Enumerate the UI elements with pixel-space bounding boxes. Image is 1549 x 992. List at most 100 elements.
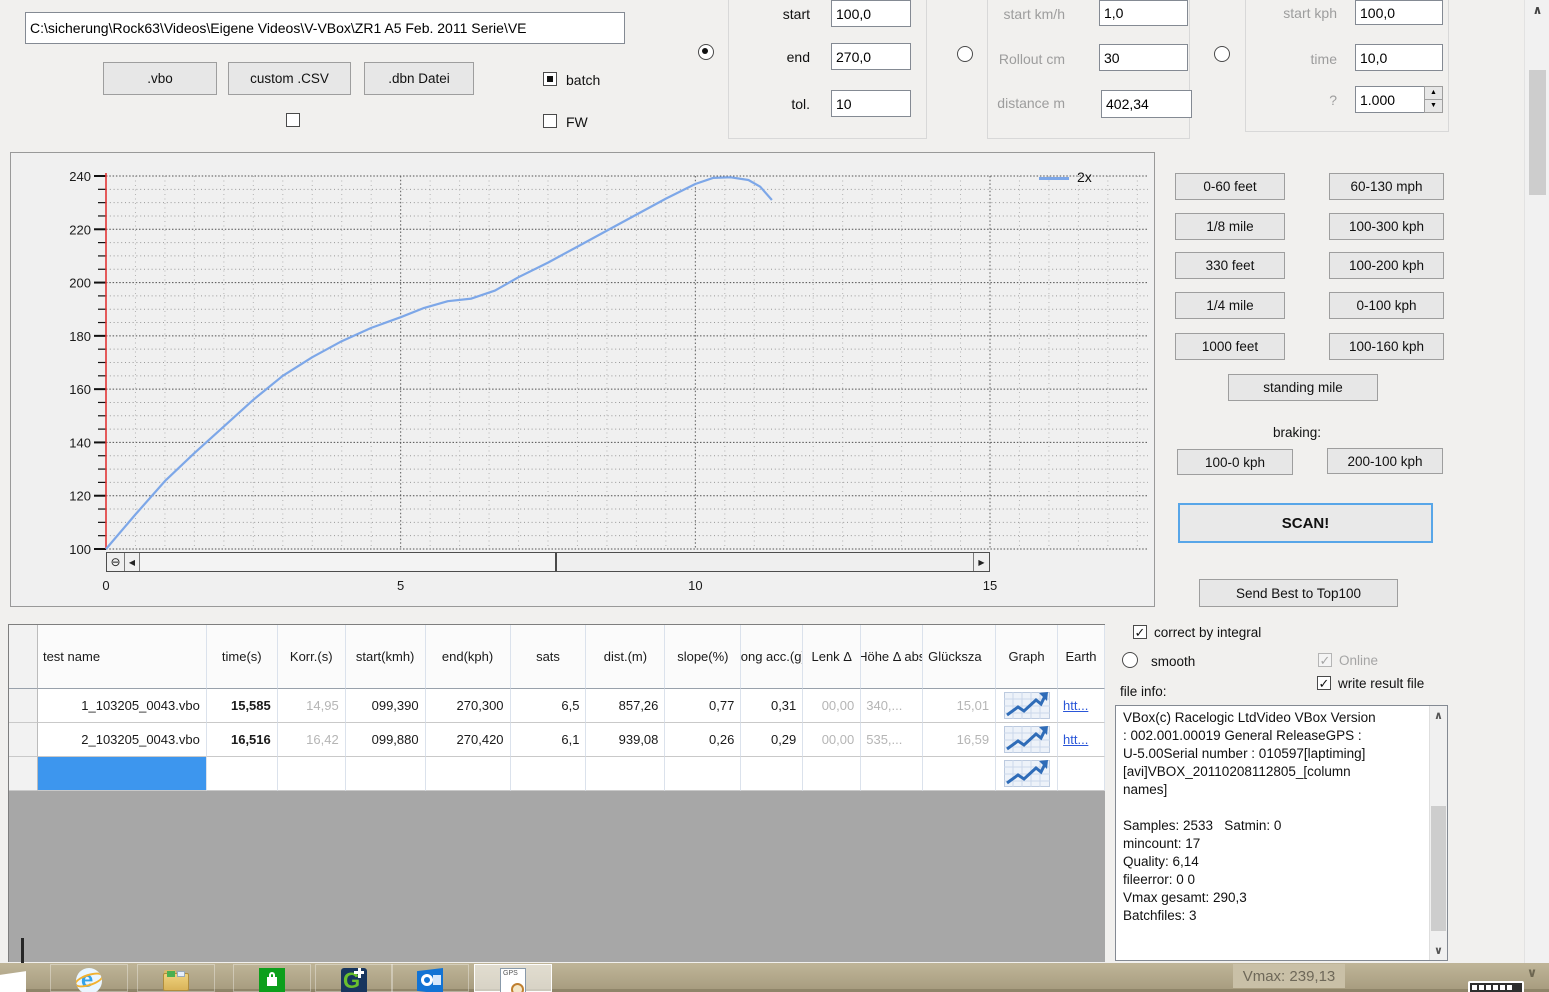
spin-up-icon[interactable]: ▲ [1425,87,1442,100]
table-cell[interactable]: 14,95 [278,689,346,723]
time-field[interactable] [1355,44,1443,71]
scrollbar-thumb[interactable] [1529,70,1546,195]
table-row-2[interactable]: 2_103205_0043.vbo16,51616,42099,880270,4… [9,723,1105,757]
column-header-8[interactable]: slope(%) [665,625,741,689]
table-row-1[interactable]: 1_103205_0043.vbo15,58514,95099,390270,3… [9,689,1105,723]
table-cell[interactable]: 00,00 [803,723,861,757]
scroll-down-icon[interactable]: ∨ [1523,965,1541,981]
scan-button[interactable]: SCAN! [1178,503,1433,543]
chart-scrollbar[interactable]: ⊖ ◀ ▶ [106,552,990,572]
taskbar-outlook-button[interactable] [391,964,469,992]
write-result-file-checkbox[interactable]: ✓ [1317,676,1331,690]
table-cell[interactable]: 857,26 [586,689,665,723]
row-header-cell[interactable] [9,757,38,791]
table-cell[interactable]: 340,... [861,689,923,723]
table-cell[interactable] [426,757,511,791]
scrollbar-thumb[interactable] [1431,806,1446,931]
table-cell[interactable]: 16,516 [207,723,278,757]
test-button-0-60-feet[interactable]: 0-60 feet [1175,173,1285,200]
file-info-box[interactable]: VBox(c) Racelogic LtdVideo VBox Version:… [1115,705,1448,961]
dbn-button[interactable]: .dbn Datei [364,62,474,95]
table-cell[interactable]: 0,31 [741,689,803,723]
test-button-0-100-kph[interactable]: 0-100 kph [1329,292,1444,319]
table-cell[interactable] [38,757,207,791]
table-cell[interactable] [741,757,803,791]
send-best-to-top100-button[interactable]: Send Best to Top100 [1199,579,1398,607]
table-cell[interactable]: 0,29 [741,723,803,757]
scroll-left-icon[interactable]: ◀ [125,553,140,571]
table-cell[interactable]: 535,... [861,723,923,757]
table-cell[interactable]: 15,01 [923,689,996,723]
table-cell[interactable]: 099,390 [346,689,426,723]
table-cell[interactable]: 099,880 [346,723,426,757]
test-button-60-130-mph[interactable]: 60-130 mph [1329,173,1444,200]
correct-by-integral-checkbox[interactable]: ✓ [1133,625,1147,639]
column-header-11[interactable]: Höhe Δ abs [861,625,923,689]
csv-option-checkbox[interactable] [286,113,300,127]
taskbar-store-button[interactable] [233,964,311,992]
column-header-2[interactable]: time(s) [207,625,278,689]
custom-csv-button[interactable]: custom .CSV [228,62,351,95]
rollout-field[interactable] [1099,44,1188,71]
table-cell[interactable]: 15,585 [207,689,278,723]
tolerance-field[interactable] [831,90,911,117]
graph-cell[interactable] [996,689,1058,723]
start-kph-field[interactable] [1355,0,1443,25]
column-header-4[interactable]: start(kmh) [346,625,426,689]
table-cell[interactable] [586,757,665,791]
scrollbar-thumb[interactable] [140,553,557,571]
fw-checkbox[interactable] [543,114,557,128]
smooth-radio[interactable] [1122,652,1138,668]
batch-checkbox[interactable] [543,72,557,86]
test-button-1000-feet[interactable]: 1000 feet [1175,333,1285,360]
table-cell[interactable] [861,757,923,791]
earth-cell[interactable]: htt... [1058,689,1105,723]
column-header-7[interactable]: dist.(m) [586,625,665,689]
test-button-100-300-kph[interactable]: 100-300 kph [1329,213,1444,240]
table-cell[interactable]: 1_103205_0043.vbo [38,689,207,723]
column-header-12[interactable]: Glücksza [923,625,996,689]
table-cell[interactable] [278,757,346,791]
scroll-up-icon[interactable]: ∧ [1525,3,1549,17]
braking-100-0-button[interactable]: 100-0 kph [1177,449,1293,475]
column-header-1[interactable]: test name [38,625,207,689]
column-header-6[interactable]: sats [511,625,587,689]
taskbar-gps-app-button[interactable]: GPS [474,964,552,992]
table-cell[interactable]: 270,420 [426,723,511,757]
table-cell[interactable]: 00,00 [803,689,861,723]
test-button-330-feet[interactable]: 330 feet [1175,252,1285,279]
table-cell[interactable]: 16,59 [923,723,996,757]
test-button-100-200-kph[interactable]: 100-200 kph [1329,252,1444,279]
table-row-3[interactable] [9,757,1105,791]
column-header-3[interactable]: Korr.(s) [278,625,346,689]
table-cell[interactable]: 939,08 [586,723,665,757]
column-header-9[interactable]: long acc.(g) [741,625,803,689]
earth-cell[interactable]: htt... [1058,723,1105,757]
start-button[interactable] [0,971,26,992]
graph-cell[interactable] [996,723,1058,757]
factor-spinner[interactable]: ▲ ▼ [1424,86,1443,113]
table-cell[interactable]: 0,26 [665,723,741,757]
table-cell[interactable] [803,757,861,791]
table-cell[interactable]: 0,77 [665,689,741,723]
file-info-scrollbar[interactable]: ∧ ∨ [1429,706,1447,960]
scroll-right-icon[interactable]: ▶ [973,553,989,571]
row-header-cell[interactable] [9,723,38,757]
standing-mile-button[interactable]: standing mile [1228,374,1378,401]
column-header-13[interactable]: Graph [996,625,1058,689]
braking-200-100-button[interactable]: 200-100 kph [1327,448,1443,474]
taskbar-g-app-button[interactable]: G [315,964,393,992]
scroll-down-icon[interactable]: ∨ [1430,944,1447,957]
column-header-14[interactable]: Earth [1058,625,1105,689]
table-cell[interactable]: 16,42 [278,723,346,757]
spin-down-icon[interactable]: ▼ [1425,100,1442,112]
table-cell[interactable]: 6,5 [511,689,587,723]
test-button-100-160-kph[interactable]: 100-160 kph [1329,333,1444,360]
taskbar-explorer-button[interactable] [137,964,215,992]
file-path-input[interactable] [25,12,625,44]
mode-distance-radio[interactable] [957,46,973,62]
start-kmh-field[interactable] [1099,0,1188,26]
table-cell[interactable] [207,757,278,791]
table-cell[interactable] [346,757,426,791]
test-button-1-8-mile[interactable]: 1/8 mile [1175,213,1285,240]
